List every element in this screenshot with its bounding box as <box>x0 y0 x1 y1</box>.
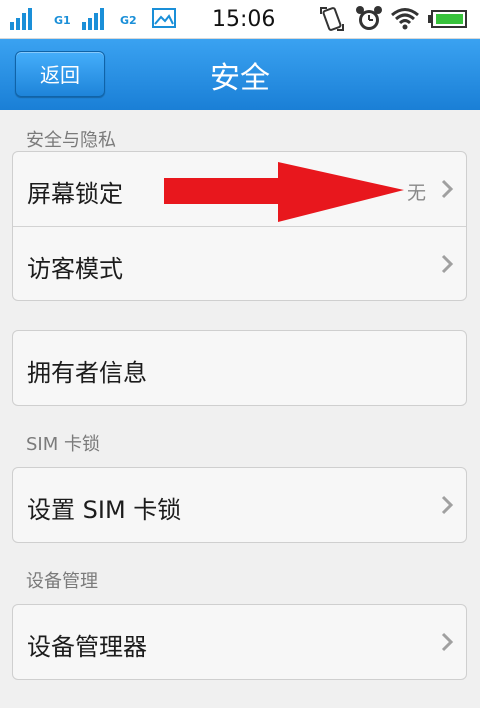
row-label: 设备管理器 <box>27 633 147 661</box>
row-label: 屏幕锁定 <box>27 180 123 208</box>
signal-icon <box>10 8 32 30</box>
sim-lock-card: 设置 SIM 卡锁 <box>12 467 467 543</box>
device-admin-card: 设备管理器 <box>12 604 467 680</box>
chevron-right-icon <box>441 495 454 515</box>
chevron-right-icon <box>441 254 454 274</box>
clock: 15:06 <box>212 7 276 32</box>
rotate-lock-icon <box>320 7 344 31</box>
screen-lock-value: 无 <box>406 182 426 204</box>
section-header-sim-lock: SIM 卡锁 <box>26 434 100 455</box>
row-label: 访客模式 <box>27 255 123 283</box>
guest-mode-row[interactable]: 访客模式 <box>13 226 466 300</box>
signal-icon <box>82 8 104 30</box>
alarm-icon <box>356 6 382 30</box>
chevron-right-icon <box>441 179 454 199</box>
title-bar: 返回 安全 <box>0 39 480 110</box>
battery-icon <box>428 10 467 28</box>
row-label: 设置 SIM 卡锁 <box>27 496 182 524</box>
sim1-label: G1 <box>54 14 71 27</box>
sim2-label: G2 <box>120 14 137 27</box>
device-administrators-row[interactable]: 设备管理器 <box>13 605 466 679</box>
image-icon <box>152 8 176 28</box>
annotation-arrow <box>164 162 404 222</box>
status-bar: G1 G2 15:06 <box>0 0 480 39</box>
wifi-icon <box>391 8 419 30</box>
set-sim-lock-row[interactable]: 设置 SIM 卡锁 <box>13 468 466 542</box>
row-label: 拥有者信息 <box>27 359 147 387</box>
section-header-security-privacy: 安全与隐私 <box>26 130 116 151</box>
owner-info-row[interactable]: 拥有者信息 <box>13 331 466 405</box>
owner-info-card: 拥有者信息 <box>12 330 467 406</box>
section-header-device-admin: 设备管理 <box>26 571 98 592</box>
page-title: 安全 <box>210 61 270 96</box>
chevron-right-icon <box>441 632 454 652</box>
